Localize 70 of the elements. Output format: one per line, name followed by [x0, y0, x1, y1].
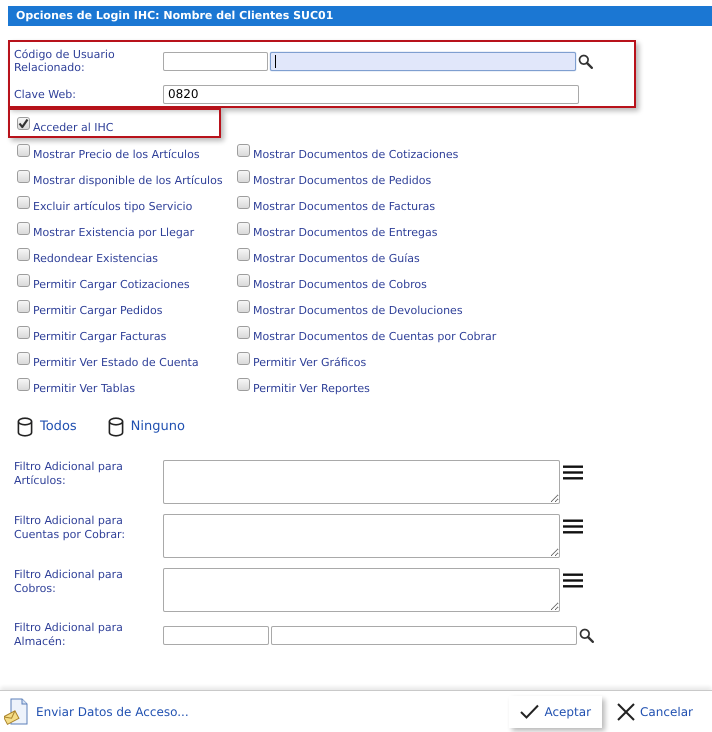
- checkbox-label: Excluir artículos tipo Servicio: [33, 199, 192, 213]
- checkbox-label: Mostrar Documentos de Entregas: [253, 225, 438, 239]
- name-field[interactable]: [270, 52, 576, 70]
- checkbox-label: Mostrar Documentos de Facturas: [253, 199, 436, 213]
- checkbox-label: Mostrar Documentos de Cuentas por Cobrar: [253, 329, 496, 343]
- send-access-link[interactable]: Enviar Datos de Acceso...: [4, 698, 189, 726]
- checkbox[interactable]: [17, 274, 30, 287]
- code-field[interactable]: [163, 626, 269, 644]
- checkbox[interactable]: [237, 300, 250, 313]
- checkbox[interactable]: [237, 274, 250, 287]
- checkbox[interactable]: [237, 170, 250, 183]
- field-label: Clave Web:: [14, 88, 77, 100]
- checkbox[interactable]: [17, 352, 30, 365]
- checkbox[interactable]: [17, 117, 30, 130]
- menu-icon[interactable]: [563, 465, 583, 480]
- checkbox-label: Mostrar Documentos de Cobros: [253, 277, 427, 291]
- checkbox-label: Mostrar Precio de los Artículos: [33, 147, 200, 161]
- checkmark-icon: [520, 704, 540, 719]
- checkbox[interactable]: [17, 170, 30, 183]
- accept-button[interactable]: Aceptar: [509, 696, 602, 728]
- checkbox[interactable]: [237, 222, 250, 235]
- checkbox[interactable]: [237, 144, 250, 157]
- checkbox[interactable]: [237, 352, 250, 365]
- checkbox-label: Mostrar Documentos de Cotizaciones: [253, 147, 458, 161]
- checkbox-label: Acceder al IHC: [33, 120, 114, 134]
- dialog-title: Opciones de Login IHC: Nombre del Clientes SUC01: [16, 8, 334, 24]
- checkbox[interactable]: [237, 378, 250, 391]
- checkbox-label: Permitir Ver Tablas: [33, 381, 136, 395]
- checkbox[interactable]: [17, 196, 30, 209]
- checkbox[interactable]: [17, 144, 30, 157]
- checkbox-label: Mostrar Documentos de Pedidos: [253, 173, 432, 187]
- checkbox-label: Permitir Ver Estado de Cuenta: [33, 355, 199, 369]
- checkbox[interactable]: [17, 378, 30, 391]
- code-field[interactable]: [163, 52, 268, 70]
- checkbox[interactable]: [17, 222, 30, 235]
- checkbox-label: Mostrar Documentos de Guías: [253, 251, 420, 265]
- checkbox-label: Mostrar disponible de los Artículos: [33, 173, 223, 187]
- cylinder-icon: [17, 417, 33, 437]
- search-icon[interactable]: [579, 628, 594, 642]
- search-icon[interactable]: [578, 54, 593, 68]
- checkbox[interactable]: [237, 248, 250, 261]
- checkbox[interactable]: [17, 326, 30, 339]
- close-icon: [617, 702, 636, 720]
- checkbox-label: Redondear Existencias: [33, 251, 158, 265]
- select-all-link[interactable]: Todos: [17, 417, 77, 437]
- field-label: Código de Usuario Relacionado:: [14, 48, 116, 74]
- text-cursor-icon: [275, 54, 276, 68]
- checkbox[interactable]: [237, 326, 250, 339]
- name-field[interactable]: [271, 626, 577, 644]
- checkbox-label: Mostrar Existencia por Llegar: [33, 225, 194, 239]
- checkbox[interactable]: [17, 300, 30, 313]
- select-none-link[interactable]: Ninguno: [108, 417, 185, 437]
- menu-icon[interactable]: [563, 573, 583, 588]
- checkbox-label: Mostrar Documentos de Devoluciones: [253, 303, 463, 317]
- field-label: Filtro Adicional para Cobros:: [14, 568, 124, 596]
- menu-icon[interactable]: [563, 519, 583, 534]
- checkbox-label: Permitir Cargar Pedidos: [33, 303, 162, 317]
- field-label: Filtro Adicional para Almacén:: [14, 621, 124, 649]
- checkbox-label: Permitir Ver Gráficos: [253, 355, 366, 369]
- checkbox-label: Permitir Cargar Facturas: [33, 329, 166, 343]
- checkbox-label: Permitir Ver Reportes: [253, 381, 370, 395]
- field-label: Filtro Adicional para Cuentas por Cobrar:: [14, 514, 126, 542]
- field-label: Filtro Adicional para Artículos:: [14, 460, 124, 488]
- checkbox[interactable]: [17, 248, 30, 261]
- checkbox-label: Permitir Cargar Cotizaciones: [33, 277, 190, 291]
- cylinder-icon: [108, 417, 124, 437]
- cancel-button[interactable]: Cancelar: [606, 696, 704, 728]
- document-envelope-icon: [4, 698, 28, 726]
- checkbox[interactable]: [237, 196, 250, 209]
- text-field[interactable]: 0820: [163, 84, 579, 104]
